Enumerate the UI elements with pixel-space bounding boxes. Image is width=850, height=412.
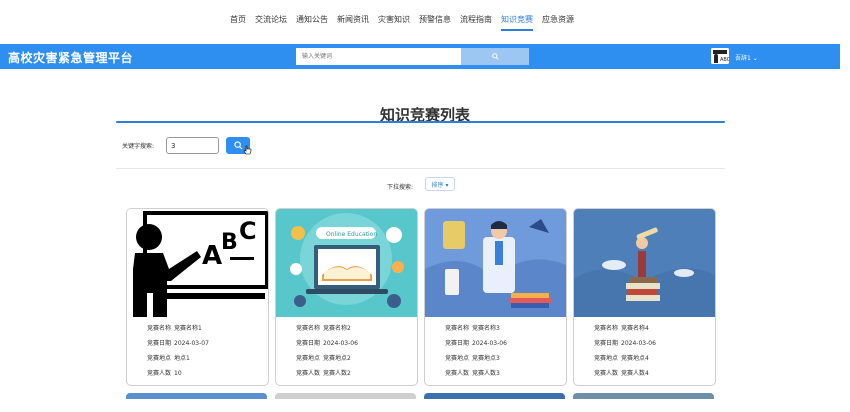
- title-underline: [116, 121, 725, 123]
- card-date-key: 竞赛日期: [147, 340, 172, 347]
- scientist-image: [425, 209, 566, 317]
- card-name-key: 竞赛名称: [296, 325, 321, 332]
- card-count-value: 竞赛人数4: [621, 370, 649, 377]
- nav-item-notice[interactable]: 通知公告: [296, 14, 328, 25]
- card-count-value: 10: [174, 370, 182, 377]
- header-search-button[interactable]: [461, 48, 529, 65]
- card-name-value: 竞赛名称2: [323, 325, 351, 332]
- user-menu[interactable]: 吾辞1 ⌄: [735, 53, 758, 62]
- card-count-key: 竞赛人数: [147, 370, 172, 377]
- card-count-value: 竞赛人数3: [472, 370, 500, 377]
- card-count-value: 竞赛人数2: [323, 370, 351, 377]
- card-name-row: 竞赛名称 竞赛名称3: [425, 321, 566, 336]
- card-date-key: 竞赛日期: [296, 340, 321, 347]
- card-place-key: 竞赛地点: [594, 355, 619, 362]
- nav-item-warning[interactable]: 预警信息: [419, 14, 451, 25]
- quiz-card[interactable]: A B C 竞赛名称 竞赛名称1 竞赛日期 2024-03-07 竞赛地点 地点1 竞…: [126, 208, 269, 386]
- nav-item-forum[interactable]: 交流论坛: [255, 14, 287, 25]
- card-name-key: 竞赛名称: [445, 325, 470, 332]
- teacher-blackboard-image: A B C: [127, 209, 268, 317]
- card-place-key: 竞赛地点: [147, 355, 172, 362]
- card-name-value: 竞赛名称4: [621, 325, 649, 332]
- card-date-value: 2024-03-07: [174, 340, 209, 347]
- keyword-search-button[interactable]: [226, 137, 252, 155]
- card-name-value: 竞赛名称3: [472, 325, 500, 332]
- card-name-key: 竞赛名称: [147, 325, 172, 332]
- card-place-value: 竞赛地点3: [472, 355, 500, 362]
- keyword-label: 关键字搜索:: [122, 143, 155, 150]
- card-date-value: 2024-03-06: [621, 340, 656, 347]
- svg-text:A: A: [202, 241, 222, 271]
- sort-label: 下拉搜索:: [387, 184, 414, 191]
- card-count-row: 竞赛人数 竞赛人数3: [425, 366, 566, 381]
- card-name-row: 竞赛名称 竞赛名称2: [276, 321, 417, 336]
- site-brand[interactable]: 高校灾害紧急管理平台: [8, 49, 133, 66]
- online-education-image: Online Education: [276, 209, 417, 317]
- card-date-row: 竞赛日期 2024-03-07: [127, 336, 268, 351]
- quiz-card[interactable]: 竞赛名称 竞赛名称4 竞赛日期 2024-03-06 竞赛地点 竞赛地点4 竞赛人数竞…: [573, 208, 716, 386]
- card-place-value: 竞赛地点4: [621, 355, 649, 362]
- card-place-row: 竞赛地点 竞赛地点2: [276, 351, 417, 366]
- card-count-row: 竞赛人数 竞赛人数2: [276, 366, 417, 381]
- card-count-row: 竞赛人数 竞赛人数4: [574, 366, 715, 381]
- card-info: 竞赛名称 竞赛名称2 竞赛日期 2024-03-06 竞赛地点 竞赛地点2 竞赛人数竞…: [276, 321, 417, 381]
- top-nav: 首页 交流论坛 通知公告 新闻资讯 灾害知识 预警信息 流程指南 知识竞赛 应急…: [0, 0, 850, 40]
- card-date-key: 竞赛日期: [445, 340, 470, 347]
- svg-text:C: C: [239, 217, 257, 245]
- card-peek: [275, 393, 416, 399]
- hand-cursor-icon: [243, 145, 252, 155]
- card-place-key: 竞赛地点: [296, 355, 321, 362]
- card-info: 竞赛名称 竞赛名称3 竞赛日期 2024-03-06 竞赛地点 竞赛地点3 竞赛人数竞…: [425, 321, 566, 381]
- card-peek: [573, 393, 714, 399]
- card-place-key: 竞赛地点: [445, 355, 470, 362]
- card-date-key: 竞赛日期: [594, 340, 619, 347]
- card-name-row: 竞赛名称 竞赛名称4: [574, 321, 715, 336]
- search-icon: [491, 53, 499, 60]
- header-search-input[interactable]: [296, 48, 461, 65]
- card-date-row: 竞赛日期 2024-03-06: [574, 336, 715, 351]
- nav-item-quiz[interactable]: 知识竞赛: [501, 14, 533, 31]
- card-place-row: 竞赛地点 地点1: [127, 351, 268, 366]
- card-name-value: 竞赛名称1: [174, 325, 202, 332]
- card-date-value: 2024-03-06: [472, 340, 507, 347]
- card-info: 竞赛名称 竞赛名称1 竞赛日期 2024-03-07 竞赛地点 地点1 竞赛人数 10: [127, 321, 268, 381]
- quiz-card[interactable]: 竞赛名称 竞赛名称3 竞赛日期 2024-03-06 竞赛地点 竞赛地点3 竞赛人数竞…: [424, 208, 567, 386]
- avatar[interactable]: ABC: [711, 48, 729, 64]
- card-date-row: 竞赛日期 2024-03-06: [276, 336, 417, 351]
- card-count-key: 竞赛人数: [445, 370, 470, 377]
- svg-text:ABC: ABC: [720, 57, 729, 63]
- divider: [116, 168, 725, 169]
- header-bar: 高校灾害紧急管理平台 ABC 吾辞1 ⌄: [0, 44, 840, 69]
- top-nav-items: 首页 交流论坛 通知公告 新闻资讯 灾害知识 预警信息 流程指南 知识竞赛 应急…: [230, 14, 583, 31]
- svg-text:Online Education: Online Education: [326, 231, 377, 238]
- card-place-value: 地点1: [174, 355, 190, 362]
- telescope-books-image: [574, 209, 715, 317]
- card-date-row: 竞赛日期 2024-03-06: [425, 336, 566, 351]
- quiz-card[interactable]: Online Education 竞赛名称 竞赛名称2 竞赛日期 2024-03-0…: [275, 208, 418, 386]
- page-edge: [840, 44, 850, 412]
- card-peek: [424, 393, 565, 399]
- sort-dropdown[interactable]: 排序 ▾: [425, 177, 455, 191]
- keyword-input[interactable]: [166, 137, 219, 154]
- nav-item-resources[interactable]: 应急资源: [542, 14, 574, 25]
- nav-item-news[interactable]: 新闻资讯: [337, 14, 369, 25]
- card-place-value: 竞赛地点2: [323, 355, 351, 362]
- card-name-row: 竞赛名称 竞赛名称1: [127, 321, 268, 336]
- card-info: 竞赛名称 竞赛名称4 竞赛日期 2024-03-06 竞赛地点 竞赛地点4 竞赛人数竞…: [574, 321, 715, 381]
- search-icon: [233, 141, 242, 150]
- card-date-value: 2024-03-06: [323, 340, 358, 347]
- card-name-key: 竞赛名称: [594, 325, 619, 332]
- svg-text:B: B: [221, 230, 238, 255]
- nav-item-disaster-knowledge[interactable]: 灾害知识: [378, 14, 410, 25]
- nav-item-home[interactable]: 首页: [230, 14, 246, 25]
- card-count-key: 竞赛人数: [594, 370, 619, 377]
- nav-item-guide[interactable]: 流程指南: [460, 14, 492, 25]
- card-place-row: 竞赛地点 竞赛地点3: [425, 351, 566, 366]
- card-count-key: 竞赛人数: [296, 370, 321, 377]
- card-place-row: 竞赛地点 竞赛地点4: [574, 351, 715, 366]
- card-peek: [126, 393, 267, 399]
- card-count-row: 竞赛人数 10: [127, 366, 268, 381]
